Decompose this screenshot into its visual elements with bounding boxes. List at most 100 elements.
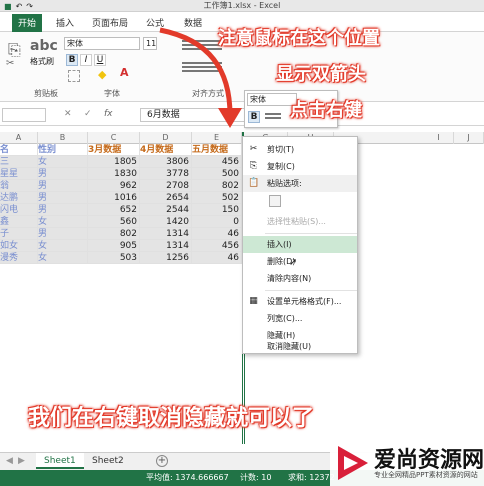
mini-align-icon[interactable] <box>265 113 281 115</box>
header-cell[interactable]: 性别 <box>38 144 88 156</box>
group-font-label: 字体 <box>104 89 120 98</box>
fx-icon[interactable]: fx <box>104 109 113 119</box>
table-cell[interactable]: 1016 <box>88 192 140 204</box>
table-cell[interactable]: 女 <box>38 216 88 228</box>
column-header-b[interactable]: B <box>38 132 88 144</box>
table-cell[interactable]: 0 <box>192 216 242 228</box>
font-color-icon[interactable]: A <box>120 66 129 79</box>
table-cell[interactable]: 子 <box>0 228 38 240</box>
menu-item-insert[interactable]: 插入(I) <box>243 236 357 253</box>
menu-item-label: 列宽(C)... <box>267 314 303 323</box>
table-cell[interactable]: 2544 <box>140 204 192 216</box>
format-painter-icon[interactable]: abc <box>30 38 58 54</box>
table-cell[interactable]: 男 <box>38 180 88 192</box>
header-cell[interactable]: 名 <box>0 144 38 156</box>
font-name-select[interactable]: 宋体 <box>64 37 140 50</box>
header-cell[interactable]: 3月数据 <box>88 144 140 156</box>
format-painter-label[interactable]: 格式刷 <box>30 56 54 67</box>
sheet-nav-next-icon[interactable]: ▶ <box>18 456 25 466</box>
table-cell[interactable]: 1420 <box>140 216 192 228</box>
border-icon[interactable] <box>68 70 80 82</box>
table-cell[interactable]: 鑫 <box>0 216 38 228</box>
italic-button[interactable]: I <box>80 54 92 66</box>
menu-item-cut[interactable]: ✂ 剪切(T) <box>243 141 357 158</box>
tab-insert[interactable]: 插入 <box>56 16 74 29</box>
table-cell[interactable]: 女 <box>38 240 88 252</box>
table-cell[interactable]: 46 <box>192 252 242 264</box>
table-cell[interactable]: 456 <box>192 156 242 168</box>
table-cell[interactable]: 1314 <box>140 240 192 252</box>
table-cell[interactable]: 男 <box>38 228 88 240</box>
table-cell[interactable]: 503 <box>88 252 140 264</box>
menu-item-clear-contents[interactable]: 清除内容(N) <box>243 270 357 287</box>
table-cell[interactable]: 星星 <box>0 168 38 180</box>
menu-item-unhide[interactable]: 取消隐藏(U) <box>243 340 357 354</box>
table-cell[interactable]: 男 <box>38 192 88 204</box>
table-cell[interactable]: 如女 <box>0 240 38 252</box>
table-cell[interactable]: 翁 <box>0 180 38 192</box>
watermark: 爱尚资源网 专业全网精品PPT素材资源的网站 <box>330 440 484 486</box>
menu-item-label: 复制(C) <box>267 162 295 171</box>
column-header-j[interactable]: J <box>454 132 484 144</box>
column-header-d[interactable]: D <box>140 132 192 144</box>
column-header-a[interactable]: A <box>0 132 38 144</box>
table-cell[interactable]: 1830 <box>88 168 140 180</box>
table-cell[interactable]: 漫秀 <box>0 252 38 264</box>
sheet-tab-1[interactable]: Sheet1 <box>36 453 84 469</box>
enter-icon[interactable]: ✓ <box>84 109 92 119</box>
table-cell[interactable]: 1256 <box>140 252 192 264</box>
menu-item-delete[interactable]: 删除(D) ➚ <box>243 253 357 270</box>
cancel-icon[interactable]: ✕ <box>64 109 72 119</box>
table-cell[interactable]: 560 <box>88 216 140 228</box>
cut-icon: ✂ <box>249 144 258 154</box>
table-cell[interactable]: 1314 <box>140 228 192 240</box>
table-cell[interactable]: 2708 <box>140 180 192 192</box>
tab-page-layout[interactable]: 页面布局 <box>92 16 128 29</box>
header-cell[interactable]: 4月数据 <box>140 144 192 156</box>
table-cell[interactable]: 905 <box>88 240 140 252</box>
paste-option-icon[interactable] <box>269 195 281 207</box>
status-average: 平均值: 1374.666667 <box>146 473 229 482</box>
header-cell[interactable]: 五月数据 <box>192 144 242 156</box>
table-cell[interactable]: 500 <box>192 168 242 180</box>
menu-item-copy[interactable]: ⎘ 复制(C) <box>243 158 357 175</box>
table-cell[interactable]: 456 <box>192 240 242 252</box>
table-cell[interactable]: 1805 <box>88 156 140 168</box>
menu-item-label: 隐藏(H) <box>267 331 296 340</box>
table-cell[interactable]: 达鹏 <box>0 192 38 204</box>
table-cell[interactable]: 150 <box>192 204 242 216</box>
sheet-tab-2[interactable]: Sheet2 <box>84 453 132 469</box>
column-header-c[interactable]: C <box>88 132 140 144</box>
table-cell[interactable]: 802 <box>192 180 242 192</box>
bold-button[interactable]: B <box>66 54 78 66</box>
table-cell[interactable]: 三 <box>0 156 38 168</box>
title-bar: ■ ↶ ↷ 工作簿1.xlsx - Excel <box>0 0 484 12</box>
table-cell[interactable]: 502 <box>192 192 242 204</box>
name-box[interactable] <box>2 108 46 122</box>
menu-separator <box>265 233 357 234</box>
tab-home[interactable]: 开始 <box>12 14 43 32</box>
sheet-nav-prev-icon[interactable]: ◀ <box>6 456 13 466</box>
table-cell[interactable]: 962 <box>88 180 140 192</box>
menu-item-column-width[interactable]: 列宽(C)... <box>243 310 357 327</box>
cut-icon[interactable]: ✂ <box>6 58 14 69</box>
table-cell[interactable]: 652 <box>88 204 140 216</box>
underline-button[interactable]: U <box>94 54 106 66</box>
fill-color-icon[interactable]: ◆ <box>98 68 106 81</box>
table-cell[interactable]: 女 <box>38 156 88 168</box>
table-cell[interactable]: 46 <box>192 228 242 240</box>
table-cell[interactable]: 3806 <box>140 156 192 168</box>
column-header-e[interactable]: E <box>192 132 242 144</box>
add-sheet-icon[interactable]: + <box>156 455 168 467</box>
table-cell[interactable]: 男 <box>38 204 88 216</box>
table-cell[interactable]: 男 <box>38 168 88 180</box>
table-cell[interactable]: 闪电 <box>0 204 38 216</box>
table-cell[interactable]: 802 <box>88 228 140 240</box>
table-cell[interactable]: 2654 <box>140 192 192 204</box>
menu-item-format-cells[interactable]: ▦ 设置单元格格式(F)... <box>243 293 357 310</box>
table-cell[interactable]: 女 <box>38 252 88 264</box>
paste-icon[interactable]: ⎘ <box>8 40 21 60</box>
column-header-i[interactable]: I <box>424 132 454 144</box>
group-clipboard-label: 剪贴板 <box>34 89 58 98</box>
table-cell[interactable]: 3778 <box>140 168 192 180</box>
